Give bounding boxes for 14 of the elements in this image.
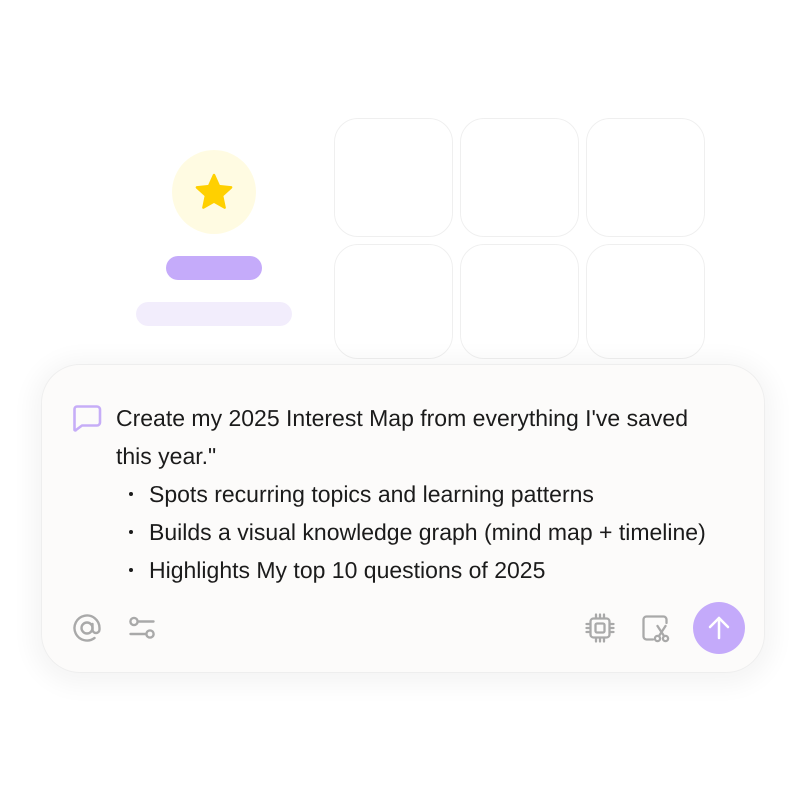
bullet-icon (129, 568, 133, 572)
bullet-text: Spots recurring topics and learning patterns (149, 480, 594, 509)
crop-scissors-icon[interactable] (640, 613, 670, 643)
arrow-up-icon (706, 615, 732, 641)
bullet-icon (129, 492, 133, 496)
speech-bubble-icon (72, 404, 102, 432)
bullet-icon (129, 530, 133, 534)
at-sign-icon[interactable] (72, 613, 102, 643)
send-button[interactable] (693, 602, 745, 654)
chip-icon[interactable] (585, 613, 615, 643)
sliders-icon[interactable] (128, 615, 156, 641)
prompt-text: Create my 2025 Interest Map from everything I've saved this year." (116, 404, 689, 471)
bullet-text: Builds a visual knowledge graph (mind map + timeline) (149, 518, 706, 547)
bullet-text: Highlights My top 10 questions of 2025 (149, 556, 546, 585)
